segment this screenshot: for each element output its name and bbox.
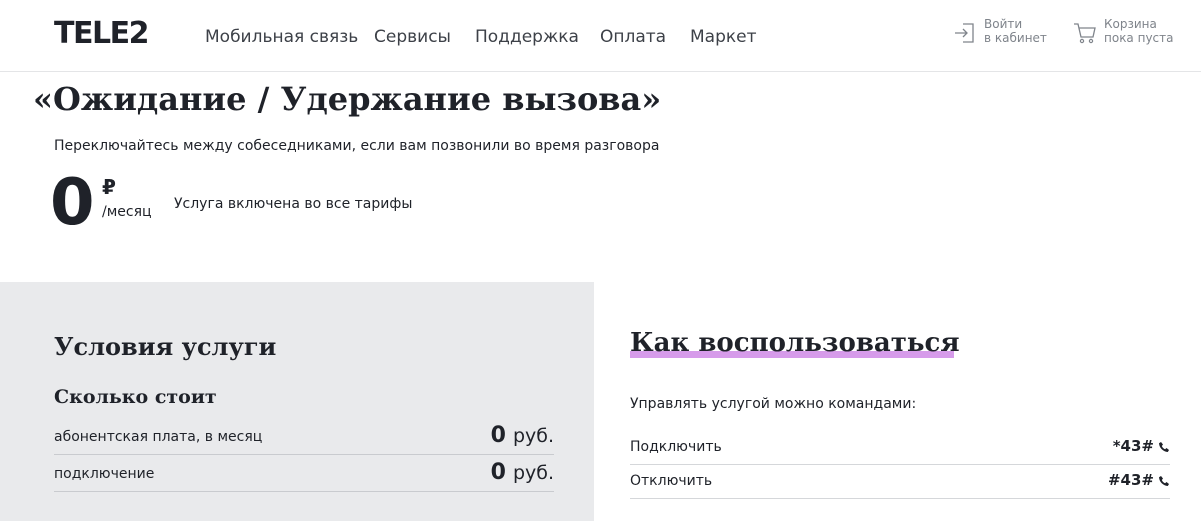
phone-icon xyxy=(1159,442,1169,452)
cost-row-label: абонентская плата, в месяц xyxy=(54,429,263,445)
command-label: Отключить xyxy=(630,473,713,489)
conditions-subtitle: Сколько стоит xyxy=(54,386,217,408)
nav-item-market[interactable]: Маркет xyxy=(690,26,757,48)
tele2-logo[interactable]: TELE2 xyxy=(54,16,149,52)
price-currency: ₽ xyxy=(102,175,116,199)
login-label: Войти в кабинет xyxy=(984,17,1047,45)
site-header: TELE2 Мобильная связь Сервисы Поддержка … xyxy=(0,0,1201,72)
command-row: Подключить *43# xyxy=(630,431,1170,465)
command-code: *43# xyxy=(1112,437,1154,455)
price-value: 0 xyxy=(50,166,95,240)
cost-row: подключение 0 руб. xyxy=(54,456,554,492)
cost-unit: руб. xyxy=(512,462,554,484)
command-code-link[interactable]: #43# xyxy=(1108,469,1170,491)
price-note: Услуга включена во все тарифы xyxy=(174,196,413,212)
cost-amount: 0 xyxy=(490,460,506,485)
page-title: «Ожидание / Удержание вызова» xyxy=(33,80,662,118)
cost-row: абонентская плата, в месяц 0 руб. xyxy=(54,419,554,455)
how-to-intro: Управлять услугой можно командами: xyxy=(630,396,917,412)
phone-icon xyxy=(1159,476,1169,486)
price-period: /месяц xyxy=(102,204,152,220)
nav-item-payment[interactable]: Оплата xyxy=(600,26,666,48)
how-to-title: Как воспользоваться xyxy=(630,328,960,358)
cart-icon xyxy=(1074,23,1096,44)
login-button[interactable]: Войти в кабинет xyxy=(952,17,1047,46)
cost-unit: руб. xyxy=(512,425,554,447)
nav-item-support[interactable]: Поддержка xyxy=(475,26,579,48)
cart-button[interactable]: Корзина пока пуста xyxy=(1072,17,1174,46)
nav-item-services[interactable]: Сервисы xyxy=(374,26,451,48)
login-arrow-icon xyxy=(955,23,974,43)
nav-item-mobile[interactable]: Мобильная связь xyxy=(205,26,358,48)
service-subtitle: Переключайтесь между собеседниками, если… xyxy=(54,138,660,154)
cost-row-label: подключение xyxy=(54,466,155,482)
command-code: #43# xyxy=(1107,471,1154,489)
cost-row-value: 0 руб. xyxy=(491,458,554,488)
command-code-link[interactable]: *43# xyxy=(1113,435,1170,457)
cart-label: Корзина пока пуста xyxy=(1104,17,1174,45)
cost-amount: 0 xyxy=(490,423,506,448)
command-label: Подключить xyxy=(630,439,722,455)
command-row: Отключить #43# xyxy=(630,465,1170,499)
cost-row-value: 0 руб. xyxy=(491,421,554,451)
conditions-title: Условия услуги xyxy=(54,332,277,361)
